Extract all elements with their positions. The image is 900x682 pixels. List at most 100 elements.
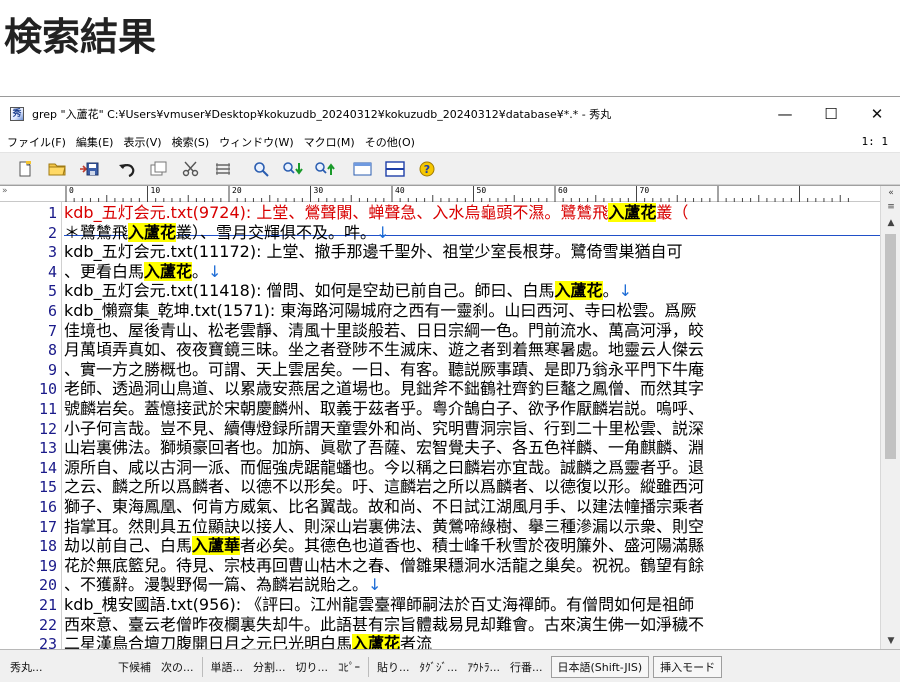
text-line[interactable]: 劫以前自己、白馬入蘆華者必矣。其德色也道香也、積士峰千秋雪於夜明簾外、盛河陽滿縣 xyxy=(64,536,705,556)
status-encoding[interactable]: 日本語(Shift-JIS) xyxy=(550,655,650,678)
status-line-number[interactable]: 行番... xyxy=(510,659,543,675)
text-segment: 。 xyxy=(602,281,619,301)
text-line[interactable]: 之云、麟之所以爲麟者、以德不以形矣。吁、這麟岩之所以爲麟者、以德復以形。縱雖西河 xyxy=(64,478,704,496)
vertical-scrollbar[interactable]: « ≡ ▲ ▼ xyxy=(880,186,900,649)
text-line[interactable]: 、不獲辭。漫製野偈一篇、為麟岩説貽之。↓ xyxy=(64,576,381,594)
title-bar[interactable]: 秀 grep "入蘆花" C:¥Users¥vmuser¥Desktop¥kok… xyxy=(0,97,900,131)
scroll-up-icon[interactable]: ▲ xyxy=(882,216,900,230)
fold-icon[interactable]: » xyxy=(2,186,8,196)
column-ruler[interactable]: 0 10 20 30 40 50 60 70 xyxy=(62,186,880,202)
newline-mark: ↓ xyxy=(618,281,632,301)
status-bar: 秀丸... 下候補 次の... 単語... 分割... 切り... ｺﾋﾟｰ 貼… xyxy=(0,649,900,682)
search-match: 入蘆花 xyxy=(352,634,401,649)
text-segment: 、實一方之勝概也。可謂、天上雲居矣。一日、有客。聽説厥事蹟、是即乃翁永平門下牛庵 xyxy=(64,359,705,379)
search-icon[interactable] xyxy=(248,157,274,181)
scroll-collapse-icon[interactable]: « xyxy=(882,186,900,200)
ruler-label: 40 xyxy=(393,186,405,196)
text-line[interactable]: 源所自、咸以古洞一派、而倔強虎踞龍蟠也。今以稱之曰麟岩亦宜哉。誠麟之爲靈者乎。退 xyxy=(64,458,704,477)
menu-window[interactable]: ウィンドウ(W) xyxy=(214,134,298,150)
line-number: 23 xyxy=(38,635,57,649)
status-paste[interactable]: 貼り... xyxy=(377,659,410,675)
text-line[interactable]: 指掌耳。然則具五位顯訣以接人、則深山岩裏佛法、黄鶯啼綠樹、擧三種滲漏以示衆、則空 xyxy=(64,517,704,536)
line-number-gutter[interactable]: 1 2 3 4 5 6 7 8 9 10 11 12 13 14 15 16 17 18 19 20 21 22 23 xyxy=(0,202,62,649)
menu-bar: ファイル(F) 編集(E) 表示(V) 検索(S) ウィンドウ(W) マクロ(M… xyxy=(0,131,900,153)
text-line[interactable]: 月萬頃弄真如、夜夜寶鏡三昧。坐之者登陟不生滅床、遊之者到着無寒暑處。地靈云人傑云 xyxy=(64,341,704,359)
text-line[interactable]: 、更看白馬入蘆花。↓ xyxy=(64,261,221,281)
line-number: 12 xyxy=(38,419,57,438)
text-line[interactable]: 號麟岩矣。蓋憶接武於宋朝慶麟州、取義于茲者乎。粤介鵠白子、欲予作厭麟岩説。嗚呼、 xyxy=(64,400,704,418)
text-line[interactable]: 小子何言哉。豈不見、續傳燈録所謂天童雲外和尚、究明曹洞宗旨、行到二十里松雲、説深 xyxy=(64,419,704,438)
window-icon[interactable] xyxy=(350,157,376,181)
close-button[interactable]: ✕ xyxy=(854,97,900,131)
menu-view[interactable]: 表示(V) xyxy=(118,134,166,150)
scrollbar-thumb[interactable] xyxy=(885,234,896,459)
hidemaru-app-icon[interactable]: 秀 xyxy=(10,107,24,121)
toolbar: ? xyxy=(0,153,900,185)
line-number: 20 xyxy=(38,576,57,595)
cut-icon[interactable] xyxy=(178,157,204,181)
ruler-label: 20 xyxy=(230,186,242,196)
text-segment: 。 xyxy=(192,261,209,281)
status-split[interactable]: 分割... xyxy=(253,659,286,675)
menu-search[interactable]: 検索(S) xyxy=(167,134,215,150)
scroll-down-icon[interactable]: ▼ xyxy=(882,634,900,648)
help-icon[interactable]: ? xyxy=(414,157,440,181)
text-segment: 老師、透過洞山鳥道、以累歳安燕居之道場也。見鈯斧不鈯鶴社齊釣巨鼇之鳳僧、而然其字 xyxy=(64,379,705,399)
line-number: 4 xyxy=(47,262,57,281)
ruler-label: 50 xyxy=(474,186,487,196)
ruler-label: 10 xyxy=(148,186,161,196)
text-line[interactable]: 獅子、東海鳳凰、何肯方威氣、比名翼哉。故和尚、不日試江湖風月手、以建法幢播宗乘者 xyxy=(64,498,704,516)
copy-icon[interactable] xyxy=(146,157,172,181)
status-next-candidate[interactable]: 下候補 xyxy=(118,659,151,675)
text-segment: 者必矣。其德色也道香也、積士峰千秋雪於夜明簾外、盛河陽滿縣 xyxy=(240,536,705,556)
svg-text:?: ? xyxy=(424,163,430,176)
scroll-menu-icon[interactable]: ≡ xyxy=(882,200,900,214)
text-segment: kdb_槐安國語.txt(956): 《評曰。江州龍雲臺禪師嗣法於百丈海禪師。有… xyxy=(64,595,695,614)
ruler-gutter: » xyxy=(0,186,62,202)
text-line[interactable]: ＊鷺鷥飛入蘆花叢）、雪月交輝俱不及。吽。↓ xyxy=(64,222,389,242)
text-segment: 號麟岩矣。蓋憶接武於宋朝慶麟州、取義于茲者乎。粤介鵠白子、欲予作厭麟岩説。嗚呼、 xyxy=(64,399,705,418)
ruler-label: 0 xyxy=(67,186,74,196)
maximize-button[interactable]: ☐ xyxy=(808,97,854,131)
status-tag[interactable]: ﾀｸﾞｼﾞ... xyxy=(420,659,458,675)
editor-pane[interactable]: » 0 10 20 30 40 50 60 70 1 2 3 4 5 6 7 8 9 10 11 12 13 14 15 1… xyxy=(0,185,900,649)
search-match: 入蘆花 xyxy=(128,222,177,242)
text-line[interactable]: 二星漢鳥合壇刀腹開日月之元巳光明白馬入蘆花者流 xyxy=(64,634,432,649)
ruler-label: 60 xyxy=(556,186,568,196)
paste-icon[interactable] xyxy=(210,157,236,181)
line-number: 10 xyxy=(38,380,57,399)
menu-file[interactable]: ファイル(F) xyxy=(2,134,71,150)
status-next[interactable]: 次の... xyxy=(161,659,194,675)
status-word[interactable]: 単語... xyxy=(211,659,244,675)
undo-icon[interactable] xyxy=(114,157,140,181)
status-outline[interactable]: ｱｳﾄﾗ... xyxy=(468,659,501,675)
text-line[interactable]: kdb_五灯会元.txt(9724): 上堂、鶯聲闌、蝉聲急、入水烏龜頭不濕。鷺… xyxy=(64,203,688,222)
line-number: 17 xyxy=(38,517,57,536)
text-area[interactable]: kdb_五灯会元.txt(9724): 上堂、鶯聲闌、蝉聲急、入水烏龜頭不濕。鷺… xyxy=(62,202,880,649)
text-line[interactable]: 、實一方之勝概也。可謂、天上雲居矣。一日、有客。聽説厥事蹟、是即乃翁永平門下牛庵 xyxy=(64,359,705,379)
text-line[interactable]: kdb_五灯会元.txt(11172): 上堂、撤手那邊千聖外、祖堂少室長根芽。… xyxy=(64,243,683,261)
status-copy[interactable]: ｺﾋﾟｰ xyxy=(338,659,360,675)
menu-other[interactable]: その他(O) xyxy=(360,134,420,150)
open-folder-icon[interactable] xyxy=(44,157,70,181)
status-insert-mode[interactable]: 挿入モード xyxy=(653,655,723,678)
search-prev-icon[interactable] xyxy=(312,157,338,181)
minimize-button[interactable]: — xyxy=(762,97,808,131)
status-cut[interactable]: 切り... xyxy=(296,659,329,675)
save-icon[interactable] xyxy=(76,157,102,181)
search-next-icon[interactable] xyxy=(280,157,306,181)
text-line[interactable]: 花於無底籃兒。待見、宗枝再回曹山枯木之春、僧雛果穩洞水活龍之巢矣。祝祝。鶴望有餘 xyxy=(64,556,704,575)
text-line[interactable]: 山岩裏佛法。獅頻豪回者也。加旃、眞歇了吾薩、宏智覺夫子、各五色祥麟、一角麒麟、淵 xyxy=(64,439,704,457)
hidemaru-window: 秀 grep "入蘆花" C:¥Users¥vmuser¥Desktop¥kok… xyxy=(0,96,900,682)
status-app[interactable]: 秀丸... xyxy=(10,659,110,675)
new-file-icon[interactable] xyxy=(12,157,38,181)
menu-macro[interactable]: マクロ(M) xyxy=(299,134,360,150)
split-icon[interactable] xyxy=(382,157,408,181)
text-line[interactable]: kdb_懶齋集_乾坤.txt(1571): 東海路河陽城府之西有一靈刹。山曰西河… xyxy=(64,302,696,320)
text-line[interactable]: 老師、透過洞山鳥道、以累歳安燕居之道場也。見鈯斧不鈯鶴社齊釣巨鼇之鳳僧、而然其字 xyxy=(64,380,704,398)
text-line[interactable]: kdb_槐安國語.txt(956): 《評曰。江州龍雲臺禪師嗣法於百丈海禪師。有… xyxy=(64,596,694,614)
text-line[interactable]: kdb_五灯会元.txt(11418): 僧問、如何是空劫已前自己。師曰、白馬入… xyxy=(64,281,632,301)
menu-edit[interactable]: 編集(E) xyxy=(71,134,119,150)
text-line[interactable]: 佳境也、屋後青山、松老雲靜、清風十里談般若、日日宗綱一色。門前流水、萬高河淨，皎 xyxy=(64,321,704,340)
text-line[interactable]: 西來意、臺云老僧昨夜欄裏失却牛。此語甚有宗旨體裁易見却難會。古來演生佛一如淨穢不 xyxy=(64,615,704,634)
